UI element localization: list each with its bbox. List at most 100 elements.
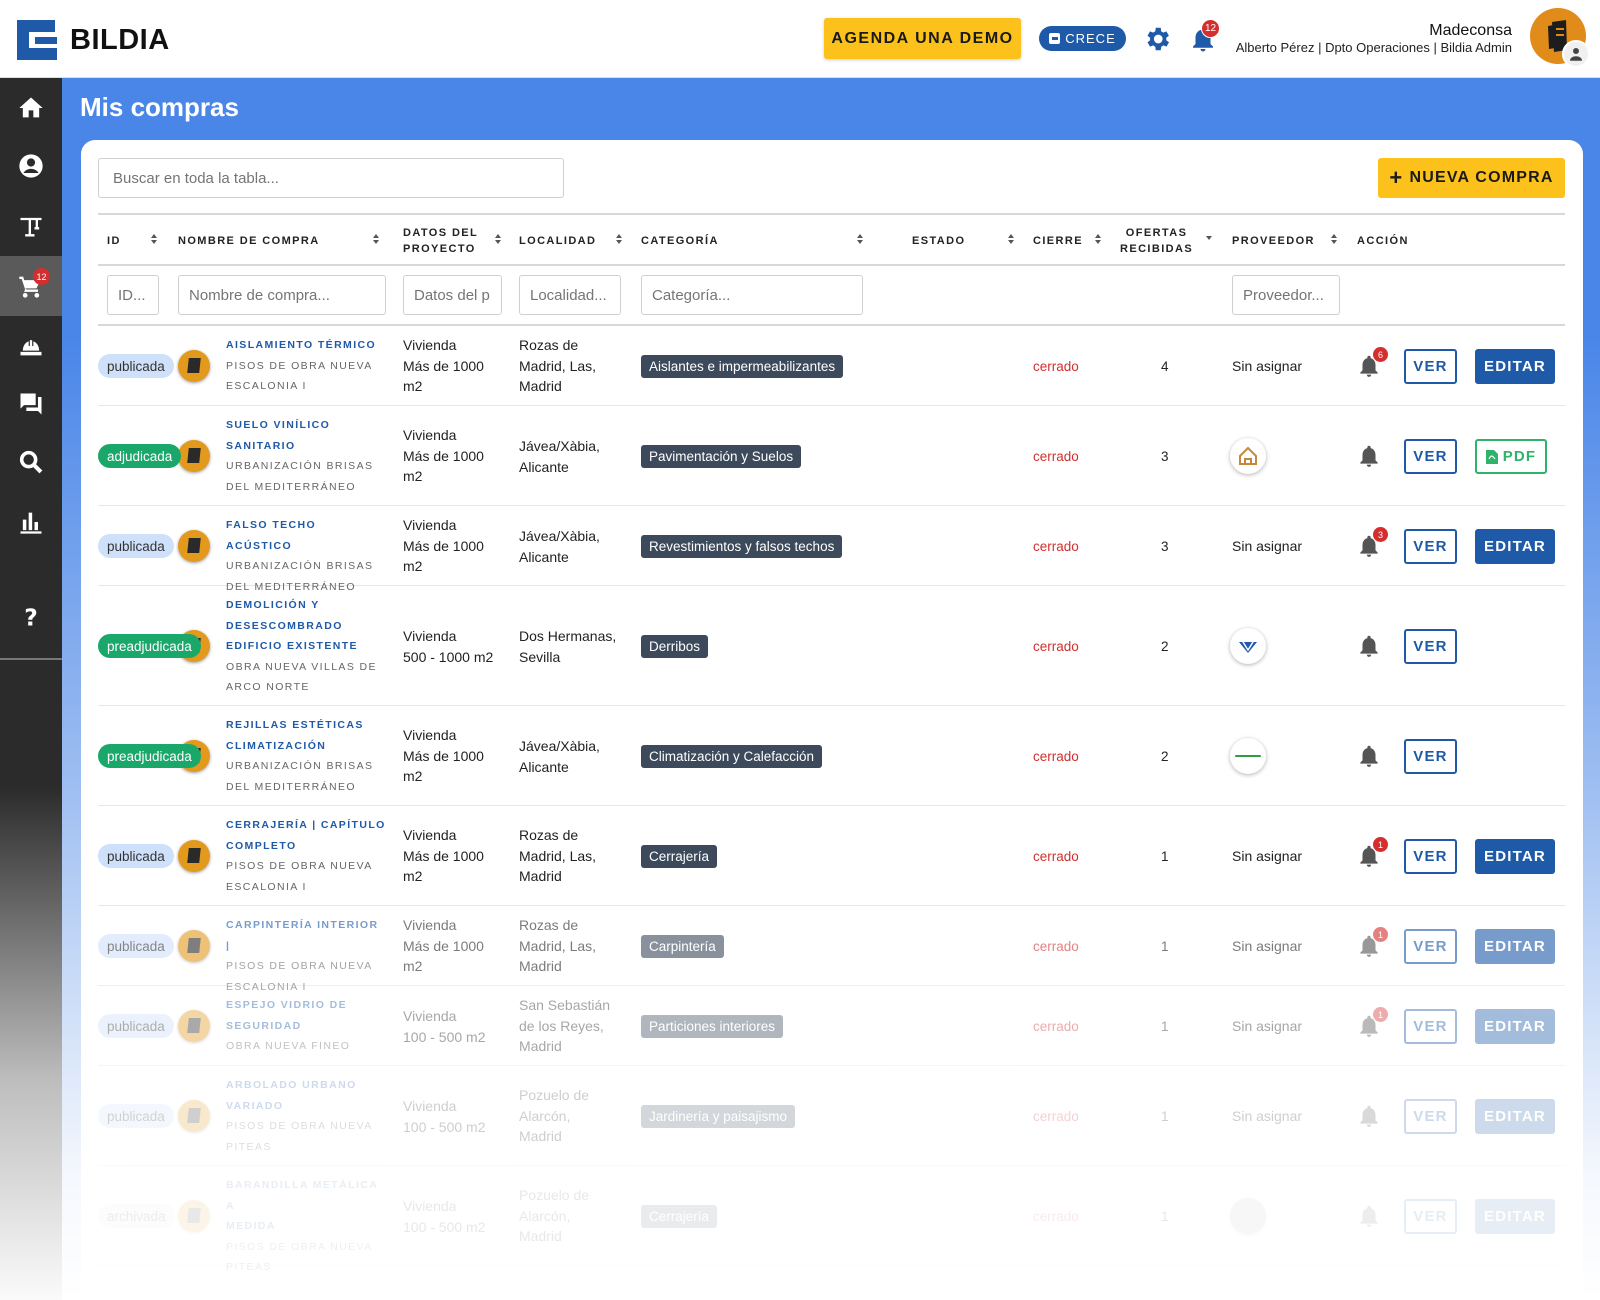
table-row[interactable]: C0041ESPEJO VIDRIO DESEGURIDADOBRA NUEVA… [98, 986, 1565, 1066]
view-button[interactable]: VER [1404, 349, 1457, 384]
sort-icon[interactable] [372, 230, 380, 248]
new-purchase-button[interactable]: + NUEVA COMPRA [1378, 158, 1565, 198]
brand-logo[interactable]: BILDIA [17, 20, 170, 60]
sort-icon[interactable] [1094, 230, 1102, 248]
pdf-button[interactable]: PDF [1475, 439, 1547, 474]
view-button[interactable]: VER [1404, 629, 1457, 664]
view-button[interactable]: VER [1404, 1199, 1457, 1234]
view-button[interactable]: VER [1404, 929, 1457, 964]
edit-button[interactable]: EDITAR [1475, 839, 1555, 874]
col-ofertas[interactable]: OFERTAS RECIBIDAS [1120, 215, 1193, 266]
edit-button[interactable]: EDITAR [1475, 349, 1555, 384]
filter-datos-input[interactable] [403, 275, 502, 315]
sort-icon[interactable] [494, 230, 502, 248]
table-row[interactable]: C0019DEMOLICIÓN YDESESCOMBRADOEDIFICIO E… [98, 586, 1565, 706]
location-line: Madrid [519, 958, 562, 974]
sort-icon[interactable] [1007, 230, 1015, 248]
view-button[interactable]: VER [1404, 529, 1457, 564]
purchase-name[interactable]: REJILLAS ESTÉTICAS CLIMATIZACIÓN URBANIZAC… [226, 715, 386, 797]
user-avatar[interactable] [1562, 40, 1590, 68]
purchase-name[interactable]: BARANDILLA METÁLICA A MEDIDA PISOS DE OBRA… [226, 1175, 386, 1278]
supplier-logo-icon[interactable] [1230, 1198, 1266, 1234]
supplier-name: Sin asignar [1232, 938, 1303, 954]
row-bell-icon[interactable] [1356, 743, 1382, 769]
sidebar-item-stats[interactable] [0, 492, 62, 552]
table-row[interactable]: C0040AISLAMIENTO TÉRMICOPISOS DE OBRA NU… [98, 326, 1565, 406]
table-row[interactable]: C0061CARPINTERÍA INTERIOR |PISOS DE OBRA… [98, 906, 1565, 993]
filter-proveedor-input[interactable] [1232, 275, 1340, 315]
table-row[interactable]: C0035SUELO VINÍLICOSANITARIOURBANIZACIÓN… [98, 406, 1565, 506]
offers-count: 2 [1161, 749, 1169, 764]
purchase-name[interactable]: CERRAJERÍA | CAPÍTULO COMPLETO PISOS DE OB… [226, 815, 386, 897]
col-categoria[interactable]: CATEGORÍA [641, 215, 719, 266]
sort-icon[interactable] [856, 230, 864, 248]
table-row[interactable]: C0016REJILLAS ESTÉTICASCLIMATIZACIÓNURBA… [98, 706, 1565, 806]
table-row[interactable]: C0021BARANDILLA METÁLICA AMEDIDAPISOS DE… [98, 1166, 1565, 1273]
purchase-name[interactable]: AISLAMIENTO TÉRMICO PISOS DE OBRA NUEVA ES… [226, 335, 386, 397]
sidebar-item-purchases[interactable]: 12 [0, 256, 62, 316]
table-row[interactable]: C0034FALSO TECHO ACÚSTICOURBANIZACIÓN BR… [98, 506, 1565, 593]
col-localidad[interactable]: LOCALIDAD [519, 215, 596, 266]
purchase-title: BARANDILLA METÁLICA A [226, 1179, 378, 1212]
view-button[interactable]: VER [1404, 739, 1457, 774]
edit-button[interactable]: EDITAR [1475, 529, 1555, 564]
table-row[interactable]: C0062CERRAJERÍA | CAPÍTULOCOMPLETOPISOS … [98, 806, 1565, 906]
schedule-demo-button[interactable]: AGENDA UNA DEMO [824, 18, 1021, 59]
row-bell-icon[interactable] [1356, 633, 1382, 659]
col-estado[interactable]: ESTADO [912, 215, 965, 266]
supplier-name: Sin asignar [1232, 848, 1303, 864]
sidebar-item-help[interactable]: ? [0, 586, 62, 646]
sidebar-item-search[interactable] [0, 432, 62, 492]
supplier-logo-icon[interactable] [1230, 628, 1266, 664]
filter-nombre-input[interactable] [178, 275, 386, 315]
edit-button[interactable]: EDITAR [1475, 1199, 1555, 1234]
row-bell-icon[interactable] [1356, 1103, 1382, 1129]
purchase-name[interactable]: ARBOLADO URBANO VARIADO PISOS DE OBRA NUEV… [226, 1075, 386, 1157]
filter-localidad-input[interactable] [519, 275, 621, 315]
sort-icon[interactable] [150, 230, 158, 248]
col-cierre[interactable]: CIERRE [1033, 215, 1083, 266]
crece-button[interactable]: CRECE [1039, 26, 1126, 51]
sort-icon[interactable] [1330, 230, 1338, 248]
location-line: Madrid [519, 868, 562, 884]
supplier-name: Sin asignar [1232, 1018, 1303, 1034]
table-header: ID NOMBRE DE COMPRA DATOS DEL PROYECTO LO… [98, 213, 1565, 266]
purchase-title: SANITARIO [226, 439, 296, 452]
sidebar-item-home[interactable] [0, 78, 62, 138]
sidebar-item-account[interactable] [0, 136, 62, 196]
project-logo-icon [178, 930, 210, 962]
sort-icon[interactable] [615, 230, 623, 248]
purchase-name[interactable]: CARPINTERÍA INTERIOR | PISOS DE OBRA NUEV… [226, 915, 386, 997]
view-button[interactable]: VER [1404, 839, 1457, 874]
project-name: PISOS DE OBRA NUEVA [226, 1120, 373, 1132]
sort-desc-icon[interactable] [1205, 230, 1213, 248]
purchase-name[interactable]: DEMOLICIÓN Y DESESCOMBRADO EDIFICIO EXISTE… [226, 595, 386, 698]
filter-categoria-input[interactable] [641, 275, 863, 315]
col-id[interactable]: ID [107, 215, 121, 266]
row-bell-icon[interactable] [1356, 443, 1382, 469]
view-button[interactable]: VER [1404, 439, 1457, 474]
purchase-title: EDIFICIO EXISTENTE [226, 640, 358, 652]
col-datos[interactable]: DATOS DEL PROYECTO [403, 215, 478, 266]
table-row[interactable]: C0022ARBOLADO URBANOVARIADOPISOS DE OBRA… [98, 1066, 1565, 1166]
sidebar-item-messages[interactable] [0, 374, 62, 434]
col-proveedor[interactable]: PROVEEDOR [1232, 215, 1315, 266]
edit-button[interactable]: EDITAR [1475, 1099, 1555, 1134]
sidebar-item-projects[interactable] [0, 196, 62, 256]
filter-id-input[interactable] [107, 275, 159, 315]
purchase-name[interactable]: SUELO VINÍLICO SANITARIO URBANIZACIÓN BRIS… [226, 415, 386, 497]
gear-icon[interactable] [1142, 24, 1172, 54]
purchase-name[interactable]: FALSO TECHO ACÚSTICO URBANIZACIÓN BRISAS D… [226, 515, 386, 597]
edit-button[interactable]: EDITAR [1475, 1009, 1555, 1044]
project-data-line: Vivienda [403, 337, 457, 353]
table-search-input[interactable] [98, 158, 564, 198]
sidebar-item-suppliers[interactable] [0, 316, 62, 376]
supplier-logo-icon[interactable] [1230, 438, 1266, 474]
purchase-name[interactable]: ESPEJO VIDRIO DE SEGURIDAD OBRA NUEVA FINE… [226, 995, 386, 1057]
view-button[interactable]: VER [1404, 1099, 1457, 1134]
view-button[interactable]: VER [1404, 1009, 1457, 1044]
row-bell-icon[interactable] [1356, 1203, 1382, 1229]
edit-button[interactable]: EDITAR [1475, 929, 1555, 964]
col-nombre[interactable]: NOMBRE DE COMPRA [178, 215, 320, 266]
supplier-logo-icon[interactable] [1230, 738, 1266, 774]
